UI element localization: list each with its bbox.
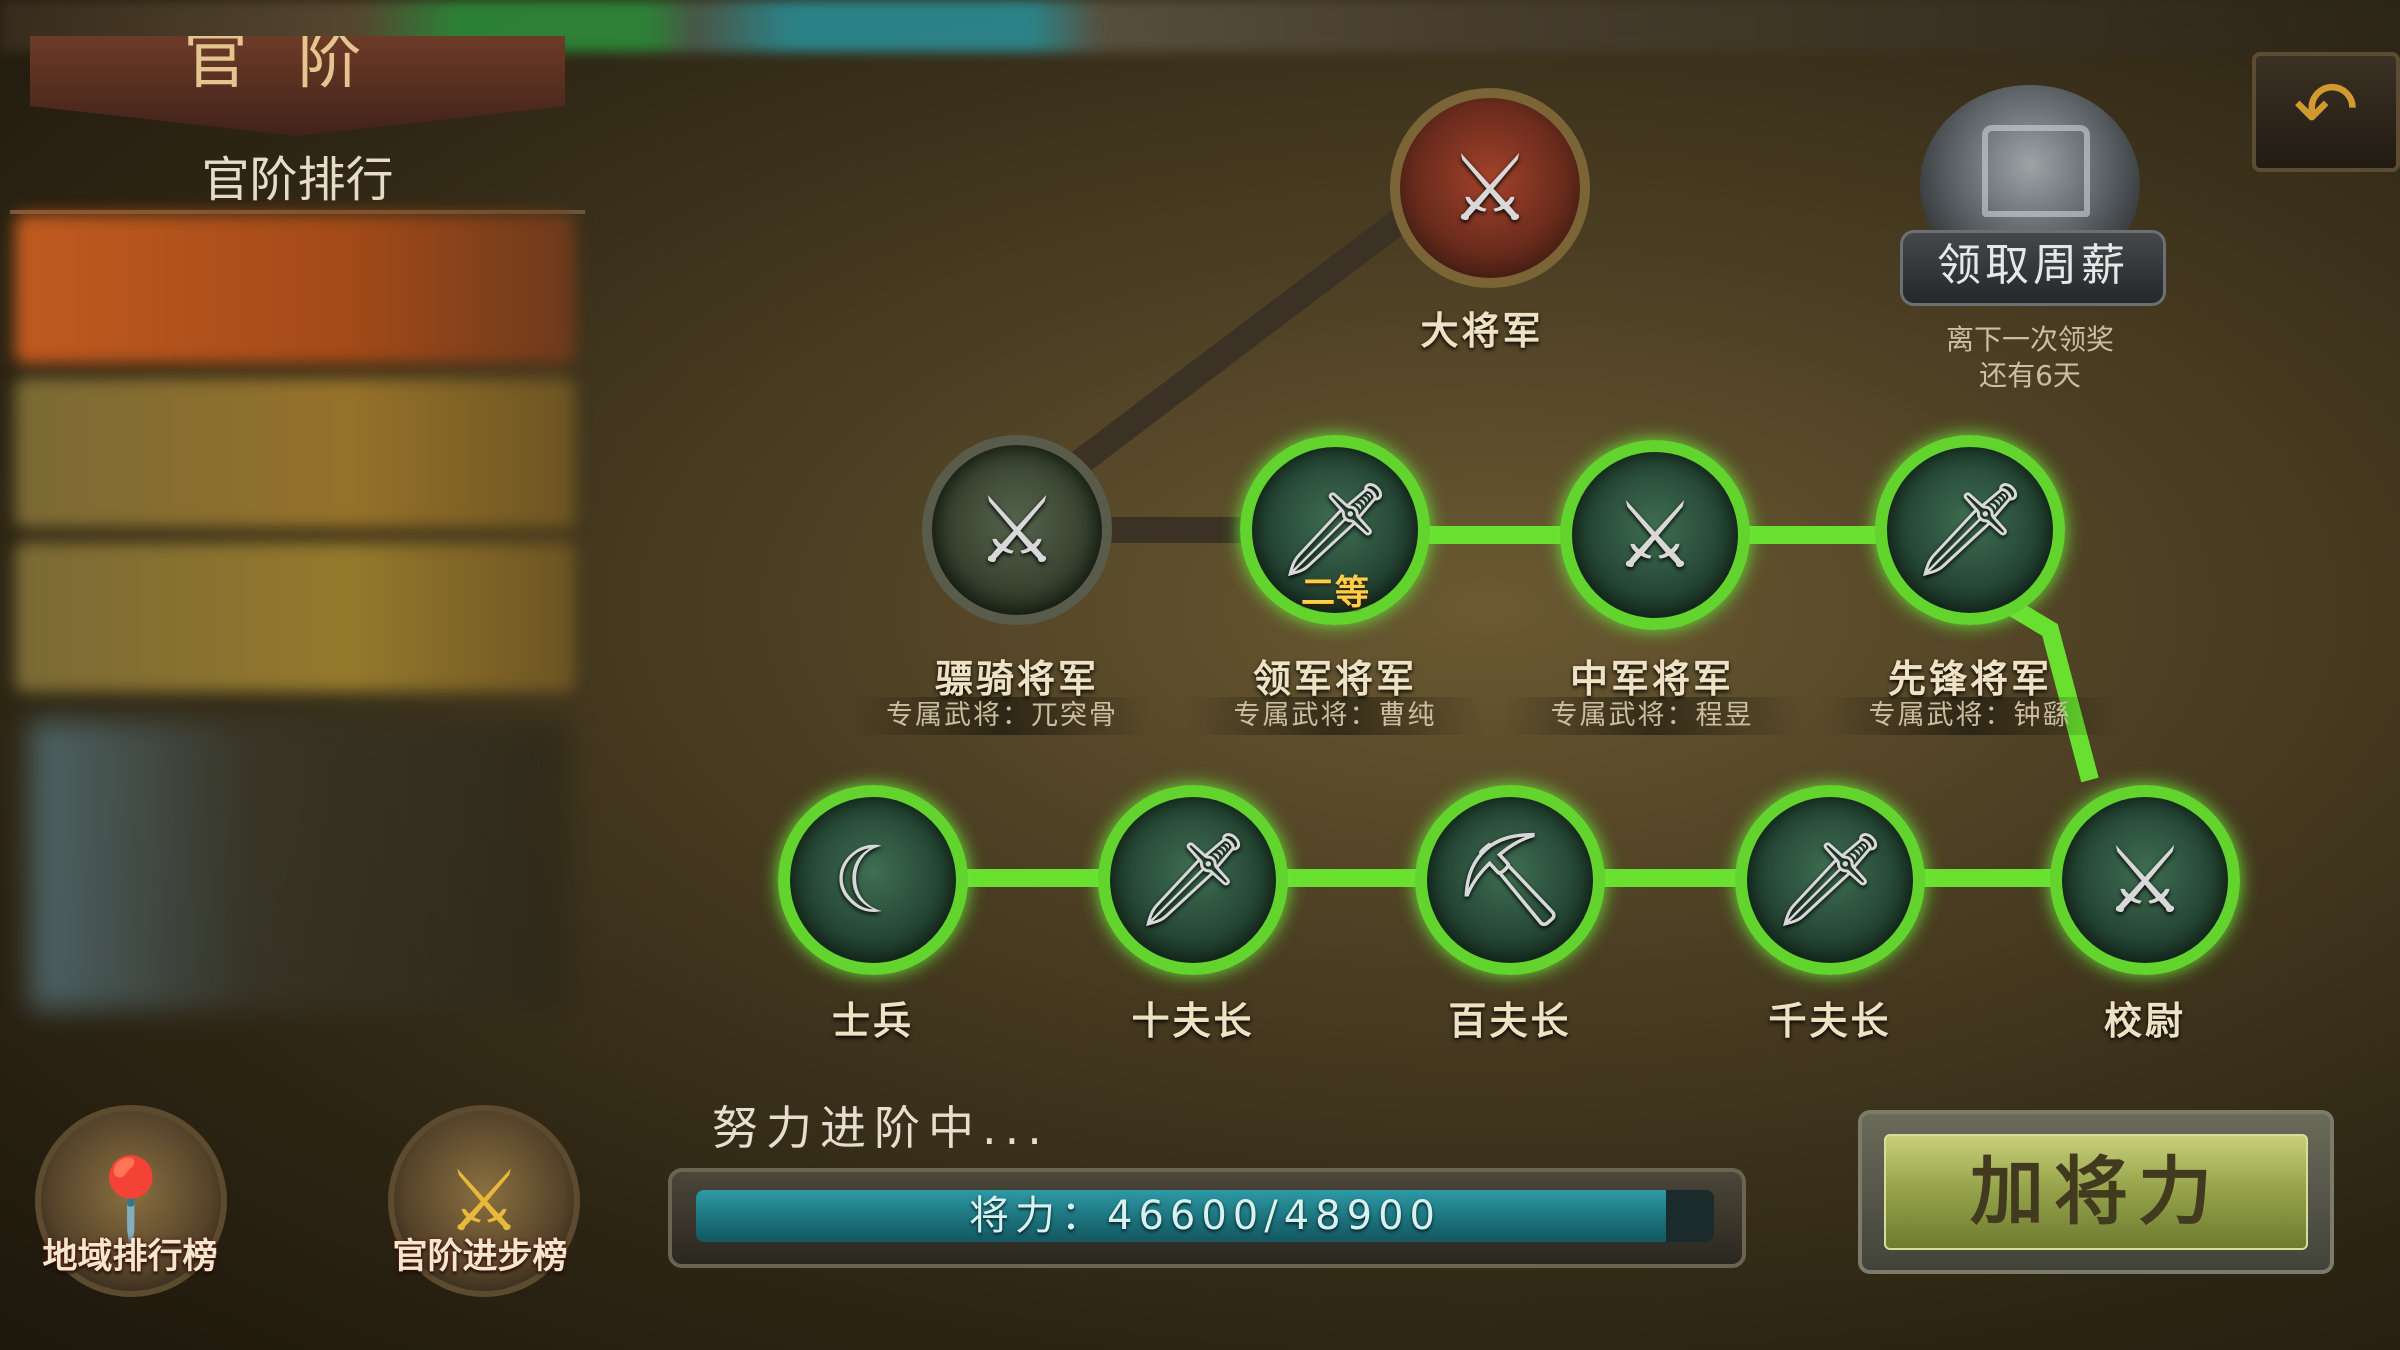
power-progress-bar: 将力：46600/48900 xyxy=(668,1168,1746,1268)
rank-label-cavalry-general: 骠骑将军 xyxy=(934,657,1099,701)
exclusive-general-cavalry: 专属武将：兀突骨 xyxy=(852,697,1152,735)
rank-badge-vanguard-general[interactable]: 🗡 xyxy=(1875,435,2065,625)
exclusive-general-leading: 专属武将：曹纯 xyxy=(1185,697,1485,735)
rank-badge-central-general[interactable]: ⚔ xyxy=(1560,440,1750,630)
rank-label-thousand-chief: 千夫长 xyxy=(1768,999,1892,1043)
current-rank-tag: 二等 xyxy=(1301,573,1369,613)
add-power-label: 加将力 xyxy=(1884,1134,2308,1250)
rank-badge-colonel[interactable]: ⚔ xyxy=(2050,785,2240,975)
rank-badge-hundred-chief[interactable]: ⛏ xyxy=(1415,785,1605,975)
progress-status: 努力进阶中... xyxy=(712,1101,1050,1155)
rank-badge-ten-chief[interactable]: 🗡 xyxy=(1098,785,1288,975)
rank-label-soldier: 士兵 xyxy=(831,999,914,1043)
rank-badge-leading-general[interactable]: 🗡 二等 xyxy=(1240,435,1430,625)
crossed-swords-icon: ⚔ xyxy=(1613,481,1697,589)
rank-label-leading-general: 领军将军 xyxy=(1252,657,1417,701)
rank-progress-label: 官阶进步榜 xyxy=(392,1237,568,1277)
exclusive-general-vanguard: 专属武将：钟繇 xyxy=(1820,697,2120,735)
rank-badge-grand-general[interactable]: ⚔ xyxy=(1390,88,1590,288)
exclusive-general-central: 专属武将：程昱 xyxy=(1502,697,1802,735)
dagger-icon: 🗡 xyxy=(1134,826,1252,933)
rank-badge-cavalry-general[interactable]: ⚔ xyxy=(922,435,1112,625)
rank-label-ten-chief: 十夫长 xyxy=(1131,999,1255,1043)
sickle-icon: ☾ xyxy=(831,826,915,934)
progress-track: 将力：46600/48900 xyxy=(696,1190,1714,1242)
rank-badge-thousand-chief[interactable]: 🗡 xyxy=(1735,785,1925,975)
halberd-icon: ⚔ xyxy=(2103,826,2187,934)
rank-label-central-general: 中军将军 xyxy=(1569,657,1734,701)
single-sword-icon: 🗡 xyxy=(1911,476,2029,583)
add-power-button[interactable]: 加将力 xyxy=(1858,1110,2334,1274)
crossed-swords-icon: ⚔ xyxy=(975,476,1059,584)
crossed-axes-icon: ⚔ xyxy=(1448,134,1532,242)
rank-label-grand-general: 大将军 xyxy=(1420,309,1544,353)
pickaxe-icon: ⛏ xyxy=(1451,826,1569,933)
region-ranking-label: 地域排行榜 xyxy=(42,1237,218,1277)
progress-value: 将力：46600/48900 xyxy=(969,1193,1441,1239)
rank-badge-soldier[interactable]: ☾ xyxy=(778,785,968,975)
rank-label-colonel: 校尉 xyxy=(2103,999,2186,1043)
broadsword-icon: 🗡 xyxy=(1771,826,1889,933)
rank-label-vanguard-general: 先锋将军 xyxy=(1887,657,2052,701)
rank-label-hundred-chief: 百夫长 xyxy=(1448,999,1572,1043)
